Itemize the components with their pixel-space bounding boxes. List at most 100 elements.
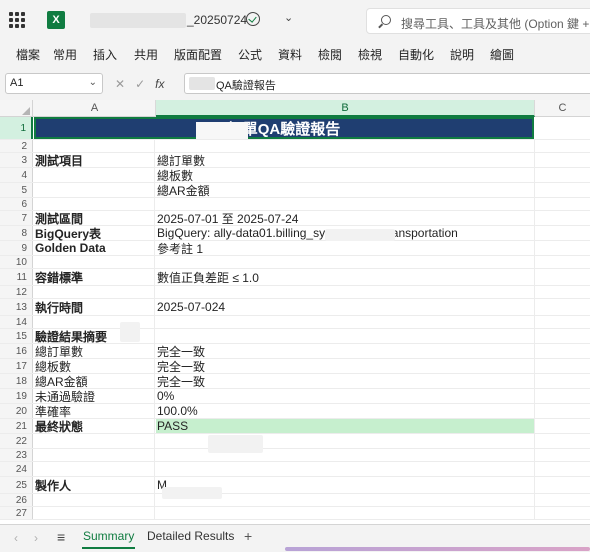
row-header[interactable]: 14 bbox=[0, 316, 33, 328]
cell-b[interactable]: 100.0% bbox=[156, 404, 535, 418]
row-header[interactable]: 2 bbox=[0, 140, 33, 152]
row-header[interactable]: 8 bbox=[0, 226, 33, 240]
row-header[interactable]: 19 bbox=[0, 389, 33, 403]
row-header[interactable]: 24 bbox=[0, 462, 33, 476]
cell-b[interactable]: 完全一致 bbox=[156, 359, 535, 374]
row-header[interactable]: 25 bbox=[0, 477, 33, 493]
cell-a[interactable]: 測試區間 bbox=[34, 211, 155, 226]
cell-b[interactable]: 完全一致 bbox=[156, 374, 535, 389]
cell-a[interactable] bbox=[34, 494, 155, 506]
cell-b[interactable] bbox=[156, 462, 535, 476]
add-sheet-button[interactable]: + bbox=[244, 528, 252, 544]
sheet-tab-detailed-results[interactable]: Detailed Results bbox=[147, 525, 234, 549]
row-header[interactable]: 27 bbox=[0, 507, 33, 519]
cell-a[interactable] bbox=[34, 168, 155, 182]
name-box[interactable]: A1 ⌄ bbox=[5, 73, 103, 94]
row-header[interactable]: 15 bbox=[0, 329, 33, 343]
cell-b[interactable]: 2025-07-024 bbox=[156, 299, 535, 315]
cell-a[interactable]: 最終狀態 bbox=[34, 419, 155, 434]
chevron-down-icon[interactable]: ⌄ bbox=[284, 11, 293, 24]
row-header[interactable]: 9 bbox=[0, 241, 33, 255]
row-header[interactable]: 17 bbox=[0, 359, 33, 373]
insert-function-button[interactable]: fx bbox=[155, 77, 164, 91]
tab-insert[interactable]: 插入 bbox=[93, 46, 117, 63]
cell-b[interactable]: 2025-07-01 至 2025-07-24 bbox=[156, 211, 535, 226]
tab-home[interactable]: 常用 bbox=[53, 46, 77, 63]
row-header[interactable]: 23 bbox=[0, 449, 33, 461]
cell-a[interactable]: 容錯標準 bbox=[34, 269, 155, 285]
cell-b[interactable]: 數值正負差距 ≤ 1.0 bbox=[156, 269, 535, 285]
tab-share[interactable]: 共用 bbox=[134, 46, 158, 63]
tab-formulas[interactable]: 公式 bbox=[238, 46, 262, 63]
tab-file[interactable]: 檔案 bbox=[16, 46, 40, 63]
cell-a[interactable]: 總AR金額 bbox=[34, 374, 155, 389]
report-title-cell[interactable]: 訂單QA驗證報告 bbox=[34, 117, 534, 139]
cell-a[interactable] bbox=[34, 183, 155, 197]
cell-b[interactable] bbox=[156, 286, 535, 298]
cell-a[interactable] bbox=[34, 140, 155, 152]
chevron-down-icon[interactable]: ⌄ bbox=[89, 77, 97, 88]
cell-a[interactable]: 總訂單數 bbox=[34, 344, 155, 359]
cell-a[interactable] bbox=[34, 286, 155, 298]
next-sheet-icon[interactable]: › bbox=[34, 531, 38, 545]
cancel-icon[interactable]: ✕ bbox=[115, 77, 125, 91]
row-header[interactable]: 20 bbox=[0, 404, 33, 418]
cell-a[interactable]: Golden Data bbox=[34, 241, 155, 255]
tab-view[interactable]: 檢視 bbox=[358, 46, 382, 63]
cell-b[interactable] bbox=[156, 507, 535, 519]
row-header[interactable]: 5 bbox=[0, 183, 33, 197]
cell-a[interactable]: 未通過驗證 bbox=[34, 389, 155, 404]
row-header[interactable]: 11 bbox=[0, 269, 33, 285]
cell-b[interactable]: 完全一致 bbox=[156, 344, 535, 359]
horizontal-scrollbar[interactable] bbox=[285, 547, 590, 551]
row-header[interactable]: 16 bbox=[0, 344, 33, 358]
tab-page-layout[interactable]: 版面配置 bbox=[174, 46, 222, 63]
cell-a[interactable] bbox=[34, 507, 155, 519]
cell-b[interactable] bbox=[156, 329, 535, 343]
file-name[interactable]: _20250724 bbox=[187, 13, 247, 27]
cell-a[interactable]: 測試項目 bbox=[34, 153, 155, 168]
row-header[interactable]: 7 bbox=[0, 211, 33, 225]
cell-b[interactable] bbox=[156, 256, 535, 268]
search-input[interactable]: 搜尋工具、工具及其他 (Option 鍵 + Q) bbox=[366, 8, 590, 34]
column-header-a[interactable]: A bbox=[34, 100, 156, 117]
cell-a[interactable]: 製作人 bbox=[34, 477, 155, 493]
cell-a[interactable] bbox=[34, 449, 155, 461]
cell-b[interactable] bbox=[156, 198, 535, 210]
tab-automate[interactable]: 自動化 bbox=[398, 46, 434, 63]
all-sheets-menu-icon[interactable]: ≡ bbox=[57, 529, 65, 545]
cell-b[interactable]: 總AR金額 bbox=[156, 183, 535, 198]
cell-a[interactable] bbox=[34, 434, 155, 448]
cell-a[interactable] bbox=[34, 462, 155, 476]
column-header-b[interactable]: B bbox=[156, 100, 535, 117]
row-header[interactable]: 13 bbox=[0, 299, 33, 315]
row-header[interactable]: 18 bbox=[0, 374, 33, 388]
cell-a[interactable]: 準確率 bbox=[34, 404, 155, 419]
row-header[interactable]: 21 bbox=[0, 419, 33, 433]
cell-a[interactable]: BigQuery表 bbox=[34, 226, 155, 241]
row-header[interactable]: 12 bbox=[0, 286, 33, 298]
cell-b[interactable]: 總訂單數 bbox=[156, 153, 535, 168]
cell-a[interactable] bbox=[34, 256, 155, 268]
cell-b[interactable]: 總板數 bbox=[156, 168, 535, 183]
cell-b[interactable]: 參考註 1 bbox=[156, 241, 535, 256]
row-header[interactable]: 6 bbox=[0, 198, 33, 210]
tab-help[interactable]: 說明 bbox=[450, 46, 474, 63]
app-launcher-icon[interactable] bbox=[9, 12, 25, 28]
formula-input[interactable]: QA驗證報告 bbox=[184, 73, 590, 94]
prev-sheet-icon[interactable]: ‹ bbox=[14, 531, 18, 545]
worksheet-grid[interactable]: A B C 1 訂單QA驗證報告 2 3 測試項目 總訂單數 4 總板數 5 總AR金額 6 7 測試區… bbox=[0, 100, 590, 524]
tab-review[interactable]: 檢閱 bbox=[318, 46, 342, 63]
cell-b[interactable] bbox=[156, 140, 535, 152]
select-all-button[interactable] bbox=[0, 100, 33, 117]
row-header[interactable]: 10 bbox=[0, 256, 33, 268]
row-header[interactable]: 1 bbox=[0, 117, 33, 139]
row-header[interactable]: 4 bbox=[0, 168, 33, 182]
cell-a[interactable]: 執行時間 bbox=[34, 299, 155, 315]
tab-draw[interactable]: 繪圖 bbox=[490, 46, 514, 63]
cell-a[interactable]: 總板數 bbox=[34, 359, 155, 374]
row-header[interactable]: 3 bbox=[0, 153, 33, 167]
saved-status-icon[interactable] bbox=[246, 12, 260, 26]
sheet-tab-summary[interactable]: Summary bbox=[80, 525, 137, 549]
row-header[interactable]: 26 bbox=[0, 494, 33, 506]
